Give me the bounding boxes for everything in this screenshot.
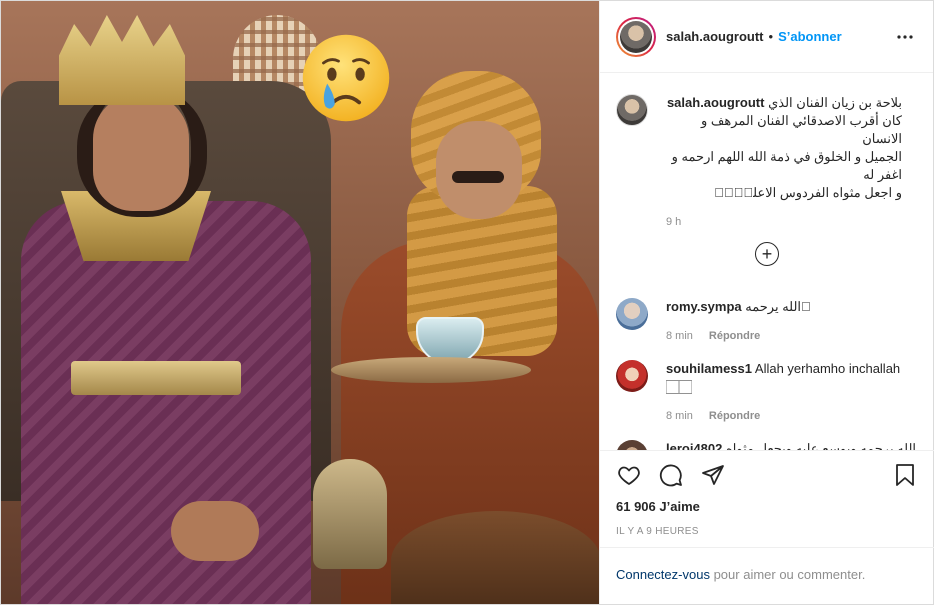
caption-line-3: الجميل و الخلوق في ذمة الله اللهم ارحمه …: [671, 149, 902, 182]
post-dialog: salah.aougroutt • S’abonner بلاحة بن زيا…: [0, 0, 934, 605]
crying-face-emoji-icon: [302, 34, 390, 122]
comment-icon[interactable]: [658, 462, 684, 488]
caption-username[interactable]: salah.aougroutt: [667, 95, 765, 110]
share-icon[interactable]: [700, 462, 726, 488]
comment-avatar[interactable]: [616, 440, 648, 450]
plus-circle-icon[interactable]: +: [755, 242, 779, 266]
comment-item: souhilamess1 Allah yerhamho inchallah🏻🏻 …: [616, 360, 918, 422]
heart-icon[interactable]: [616, 462, 642, 488]
author-username[interactable]: salah.aougroutt: [666, 29, 764, 44]
header-dot-separator: •: [768, 29, 774, 44]
login-prompt: Connectez-vous pour aimer ou commenter.: [600, 547, 934, 604]
caption: بلاحة بن زيان الفنان الذي salah.aougrout…: [616, 94, 918, 228]
image-servant-mustache: [452, 171, 504, 183]
image-tray: [331, 357, 531, 383]
post-sidebar: salah.aougroutt • S’abonner بلاحة بن زيا…: [599, 1, 934, 604]
more-options-icon[interactable]: [893, 25, 917, 49]
caption-avatar[interactable]: [616, 94, 648, 126]
caption-line-1-wrap: بلاحة بن زيان الفنان الذي salah.aougrout…: [666, 94, 902, 112]
comment-text: الله يرحمه ويوسع عليه ويجعل مثواه: [726, 441, 917, 450]
comment-item: romy.sympa الله يرحمه 🏻 8 min Répondre: [616, 298, 918, 342]
comment-username[interactable]: romy.sympa: [666, 299, 742, 314]
image-servant-face: [436, 121, 522, 219]
likes-count[interactable]: 61 906 J’aime: [616, 499, 918, 514]
reply-button[interactable]: Répondre: [709, 410, 760, 422]
caption-time[interactable]: 9 h: [666, 216, 681, 228]
image-king-belt: [71, 361, 241, 395]
image-king-robe: [21, 201, 311, 604]
post-image[interactable]: [1, 1, 599, 604]
comment-time[interactable]: 8 min: [666, 330, 693, 342]
comment-time[interactable]: 8 min: [666, 410, 693, 422]
image-urn: [313, 459, 387, 569]
comment-username[interactable]: leroi4802: [666, 441, 722, 450]
reply-button[interactable]: Répondre: [709, 330, 760, 342]
comment-avatar[interactable]: [616, 360, 648, 392]
caption-line-2: كان أقرب الاصدقائي الفنان المرهف و الانس…: [701, 113, 902, 146]
image-king-hands: [171, 501, 259, 561]
load-more-comments[interactable]: +: [616, 242, 918, 266]
login-prompt-text: pour aimer ou commenter.: [713, 567, 866, 582]
bookmark-icon[interactable]: [892, 462, 918, 488]
author-avatar[interactable]: [616, 16, 656, 57]
comment-username[interactable]: souhilamess1: [666, 361, 752, 376]
likes-number: 61 906: [616, 499, 656, 514]
comments-list[interactable]: بلاحة بن زيان الفنان الذي salah.aougrout…: [600, 74, 934, 450]
post-header: salah.aougroutt • S’abonner: [600, 1, 933, 73]
caption-line-4: و اجعل مثواه الفردوس الاعلى🏻🏻🏻: [714, 185, 902, 200]
comment-item: leroi4802 الله يرحمه ويوسع عليه ويجعل مث…: [616, 440, 918, 450]
comment-avatar[interactable]: [616, 298, 648, 330]
image-table: [391, 511, 599, 604]
follow-button[interactable]: S’abonner: [778, 29, 842, 44]
image-king-face: [93, 93, 189, 211]
likes-label: J’aime: [659, 499, 700, 514]
post-actions: 61 906 J’aime IL Y A 9 HEURES: [600, 450, 934, 537]
login-link[interactable]: Connectez-vous: [616, 567, 710, 582]
comment-text: الله يرحمه 🏻: [745, 299, 815, 314]
caption-line-1: بلاحة بن زيان الفنان الذي: [768, 95, 902, 110]
post-timestamp[interactable]: IL Y A 9 HEURES: [616, 526, 918, 537]
